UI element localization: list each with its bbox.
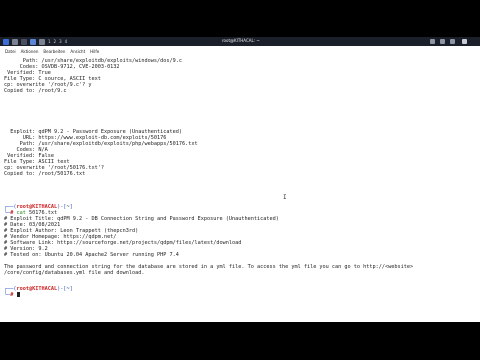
output-line: Copied to: /root/9.c: [4, 88, 67, 94]
file-manager-icon[interactable]: [12, 38, 18, 45]
output-line: # Tested on: Ubuntu 20.04 Apache2 Server…: [4, 252, 179, 258]
menu-ansicht[interactable]: Ansicht: [70, 49, 85, 54]
output-line: Copied to: /root/50176.txt: [4, 171, 86, 177]
notification-icon[interactable]: [450, 39, 455, 44]
command-line[interactable]: └─#: [4, 292, 20, 298]
text-cursor: [16, 292, 20, 297]
workspace-2[interactable]: 2: [54, 39, 57, 44]
taskbar: 1 2 3 4 root@KITHACAL: ~: [0, 37, 480, 46]
menu-hilfe[interactable]: Hilfe: [90, 49, 99, 54]
app-icon[interactable]: [39, 38, 45, 45]
power-icon[interactable]: [462, 39, 467, 44]
output-line: /core/config/databases.yml file and down…: [4, 270, 145, 276]
network-icon[interactable]: [430, 39, 435, 44]
terminal-icon[interactable]: [21, 38, 27, 45]
terminal-menubar: Datei Aktionen Bearbeiten Ansicht Hilfe: [0, 47, 480, 55]
menu-datei[interactable]: Datei: [5, 49, 16, 54]
prompt-path: ~: [66, 204, 70, 210]
menu-bearbeiten[interactable]: Bearbeiten: [43, 49, 65, 54]
desktop-screen: 1 2 3 4 root@KITHACAL: ~ Datei Aktionen …: [0, 37, 480, 322]
sound-icon[interactable]: [440, 39, 445, 44]
mouse-ibeam-icon: I: [283, 194, 287, 201]
workspace-1[interactable]: 1: [48, 39, 51, 44]
terminal-output[interactable]: Path: /usr/share/exploitdb/exploits/wind…: [0, 58, 480, 322]
browser-icon[interactable]: [30, 38, 36, 45]
kali-menu-icon[interactable]: [3, 38, 9, 45]
workspace-4[interactable]: 4: [65, 39, 68, 44]
menu-aktionen[interactable]: Aktionen: [21, 49, 39, 54]
prompt-path: ~: [66, 286, 70, 292]
prompt-user: root@KITHACAL: [16, 286, 58, 292]
workspace-3[interactable]: 3: [59, 39, 62, 44]
window-title[interactable]: root@KITHACAL: ~: [222, 38, 260, 43]
